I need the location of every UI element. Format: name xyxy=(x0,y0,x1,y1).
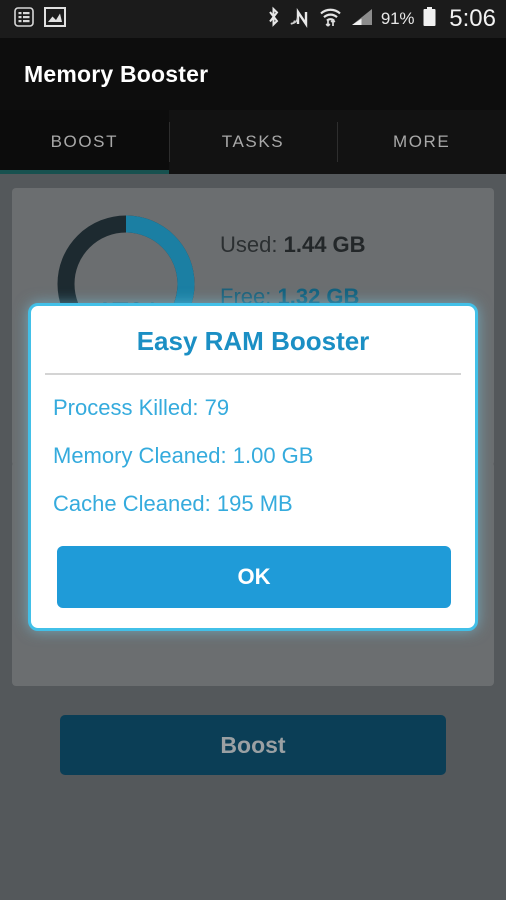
boost-button-label: Boost xyxy=(220,731,286,758)
tab-tasks-label: TASKS xyxy=(221,132,285,151)
tab-more[interactable]: MORE xyxy=(337,110,506,174)
status-bar: 91% 5:06 xyxy=(0,0,506,38)
status-bar-notifications xyxy=(14,6,66,32)
easy-ram-booster-dialog: Easy RAM Booster Process Killed: 79 Memo… xyxy=(28,303,478,631)
clock-label: 5:06 xyxy=(449,5,496,32)
dialog-ok-button[interactable]: OK xyxy=(57,546,451,608)
dialog-line-memory-cleaned: Memory Cleaned: 1.00 GB xyxy=(53,443,314,468)
dialog-body: Process Killed: 79 Memory Cleaned: 1.00 … xyxy=(31,375,475,517)
boost-button[interactable]: Boost xyxy=(60,715,446,775)
tab-more-label: MORE xyxy=(392,132,451,151)
dialog-line-process-killed: Process Killed: 79 xyxy=(53,395,230,420)
memory-used-label: Used: xyxy=(220,232,278,257)
status-bar-system-icons: 91% 5:06 xyxy=(266,5,496,33)
tab-tasks[interactable]: TASKS xyxy=(168,110,338,174)
battery-percent-label: 91% xyxy=(380,9,415,28)
tab-bar: BOOST TASKS MORE xyxy=(0,110,506,174)
memory-used-value: 1.44 GB xyxy=(283,232,366,257)
app-title: Memory Booster xyxy=(24,60,209,87)
dialog-title: Easy RAM Booster xyxy=(136,326,370,356)
tab-boost[interactable]: BOOST xyxy=(0,110,169,174)
app-bar: Memory Booster xyxy=(0,38,506,110)
dialog-ok-label: OK xyxy=(237,564,271,589)
phone-screen: 91% 5:06 Memory Booster BOOST TASKS MORE xyxy=(0,0,506,900)
battery-icon xyxy=(422,6,437,33)
cellular-signal-icon xyxy=(350,7,373,32)
nfc-icon xyxy=(289,6,311,33)
dialog-line-cache-cleaned: Cache Cleaned: 195 MB xyxy=(53,491,293,516)
image-notification-icon xyxy=(44,6,66,32)
wifi-icon xyxy=(319,6,342,33)
bluetooth-icon xyxy=(266,6,281,33)
tab-boost-label: BOOST xyxy=(50,132,119,151)
memory-used-row: Used: 1.44 GB xyxy=(220,232,366,258)
list-notification-icon xyxy=(14,6,34,32)
